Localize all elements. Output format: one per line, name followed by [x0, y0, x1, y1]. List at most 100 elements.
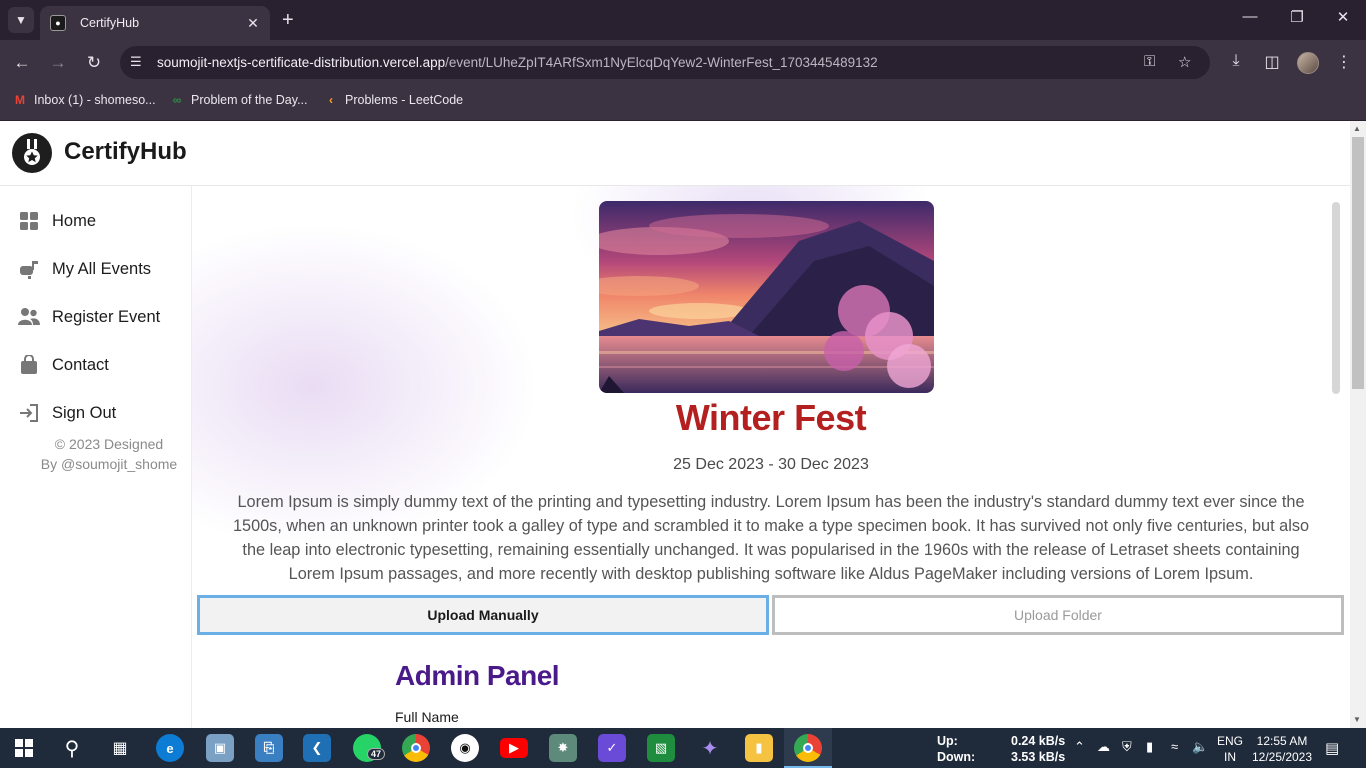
file-explorer-icon[interactable]: ▮ — [745, 734, 773, 762]
event-banner-image — [599, 201, 934, 393]
address-bar[interactable]: ☰ soumojit-nextjs-certificate-distributi… — [120, 46, 1210, 79]
upload-folder-tab[interactable]: Upload Folder — [772, 595, 1344, 635]
site-info-icon[interactable]: ☰ — [130, 54, 142, 70]
gmail-icon: M — [15, 93, 25, 107]
edge-icon[interactable]: e — [156, 734, 184, 762]
new-tab-button[interactable]: + — [282, 9, 294, 31]
bookmark-label: Problem of the Day... — [191, 93, 308, 107]
event-dates: 25 Dec 2023 - 30 Dec 2023 — [673, 456, 869, 473]
full-name-label: Full Name — [395, 709, 459, 725]
reload-icon[interactable]: ↻ — [83, 52, 105, 74]
net-speed-labels: Up: Down: — [937, 733, 975, 765]
app-header: CertifyHub — [0, 121, 1350, 186]
classroom-icon[interactable]: ▧ — [647, 734, 675, 762]
language-indicator[interactable]: ENG IN — [1216, 733, 1244, 765]
clock-date: 12/25/2023 — [1251, 750, 1313, 764]
admin-panel-title: Admin Panel — [395, 660, 560, 691]
browser-tab[interactable]: ● CertifyHub ✕ — [40, 6, 270, 40]
vscode-icon[interactable]: ❮ — [303, 734, 331, 762]
url-path: /event/LUheZpIT4ARfSxm1NyElcqDqYew2-Wint… — [445, 55, 878, 70]
nav-label: Sign Out — [52, 403, 117, 422]
event-main-content: Winter Fest 25 Dec 2023 - 30 Dec 2023 Lo… — [192, 186, 1350, 728]
bookmark-label: Inbox (1) - shomeso... — [34, 93, 156, 107]
sidebar-item-my-all-events[interactable]: My All Events — [18, 255, 151, 283]
browser-tab-bar: ▼ ● CertifyHub ✕ + — ❐ ✕ — [0, 0, 1366, 40]
restore-icon[interactable]: ❐ — [1285, 8, 1309, 26]
medal-logo-icon[interactable] — [12, 133, 52, 173]
upload-manually-tab[interactable]: Upload Manually — [197, 595, 769, 635]
minimize-icon[interactable]: — — [1238, 8, 1262, 25]
gfg-icon: ∞ — [172, 93, 182, 107]
task-app-icon[interactable]: ✓ — [598, 734, 626, 762]
footer-credit: © 2023 Designed By @soumojit_shome — [34, 434, 184, 474]
url-text[interactable]: soumojit-nextjs-certificate-distribution… — [157, 55, 878, 70]
security-shield-icon[interactable]: ⛨ — [1122, 739, 1132, 755]
nav-label: Contact — [52, 355, 109, 374]
github-icon[interactable]: ◉ — [451, 734, 479, 762]
bag-icon — [18, 354, 40, 376]
bookmark-leetcode[interactable]: ‹ Problems - LeetCode — [323, 93, 463, 107]
profile-avatar[interactable] — [1297, 52, 1319, 74]
web-page: CertifyHub Home My All Events Register E… — [0, 121, 1350, 728]
event-description: Lorem Ipsum is simply dummy text of the … — [232, 493, 1310, 583]
sidebar-item-sign-out[interactable]: Sign Out — [18, 399, 116, 427]
clock[interactable]: 12:55 AM 12/25/2023 — [1250, 733, 1314, 765]
task-view-icon[interactable]: ▦ — [106, 734, 134, 762]
tab-title: CertifyHub — [80, 16, 140, 30]
forward-arrow-icon[interactable]: → — [47, 52, 69, 74]
notifications-icon[interactable]: ▤ — [1325, 739, 1339, 757]
scroll-down-icon[interactable]: ▼ — [1353, 715, 1361, 724]
battery-icon[interactable]: ▮ — [1146, 739, 1153, 755]
window-close-icon[interactable]: ✕ — [1331, 8, 1355, 26]
youtube-icon[interactable]: ▶ — [500, 738, 528, 758]
net-speed-values: 0.24 kB/s 3.53 kB/s — [1011, 733, 1065, 765]
sidebar: Home My All Events Register Event Contac… — [0, 186, 192, 728]
leetcode-icon: ‹ — [329, 93, 333, 107]
volume-icon[interactable]: 🔈 — [1192, 739, 1208, 755]
tray-expand-icon[interactable]: ⌃ — [1074, 739, 1085, 755]
bookmarks-bar: M Inbox (1) - shomeso... ∞ Problem of th… — [0, 85, 1366, 121]
chrome-active-icon[interactable] — [794, 734, 822, 762]
wifi-icon[interactable]: ≈ — [1171, 739, 1178, 754]
bookmark-gfg[interactable]: ∞ Problem of the Day... — [169, 93, 308, 107]
sidebar-item-contact[interactable]: Contact — [18, 351, 109, 379]
gemini-icon[interactable]: ✦ — [696, 734, 724, 762]
laptop-icon[interactable]: ⎘ — [255, 734, 283, 762]
nav-label: My All Events — [52, 259, 152, 278]
certifyhub-favicon-icon: ● — [50, 15, 66, 31]
sidebar-item-home[interactable]: Home — [18, 207, 96, 235]
net-down-value: 3.53 kB/s — [1011, 750, 1066, 764]
scrollbar-thumb[interactable] — [1352, 137, 1364, 389]
scroll-up-icon[interactable]: ▲ — [1353, 124, 1361, 133]
whatsapp-badge: 47 — [367, 748, 386, 760]
back-arrow-icon[interactable]: ← — [11, 52, 33, 74]
search-icon[interactable]: ⚲ — [58, 734, 86, 762]
bookmark-label: Problems - LeetCode — [345, 93, 464, 107]
chatgpt-icon[interactable]: ✸ — [549, 734, 577, 762]
grid-icon — [18, 210, 40, 232]
windows-start-icon[interactable] — [10, 734, 38, 762]
whatsapp-icon[interactable]: 47 — [353, 734, 386, 762]
chrome-icon[interactable] — [402, 734, 430, 762]
sidebar-item-register-event[interactable]: Register Event — [18, 303, 160, 331]
photos-icon[interactable]: ▣ — [206, 734, 234, 762]
bookmark-star-icon[interactable]: ☆ — [1178, 53, 1191, 71]
net-up-value: 0.24 kB/s — [1011, 734, 1066, 748]
mailbox-icon — [18, 258, 40, 280]
page-scrollbar[interactable]: ▲ ▼ — [1350, 121, 1366, 728]
event-title: Winter Fest — [675, 397, 867, 438]
key-icon[interactable]: ⚿ — [1144, 53, 1155, 70]
download-icon[interactable]: ⤓ — [1225, 52, 1247, 70]
onedrive-icon[interactable]: ☁ — [1097, 739, 1110, 755]
menu-dots-icon[interactable]: ⋮ — [1333, 52, 1355, 72]
side-panel-icon[interactable]: ◫ — [1261, 52, 1283, 72]
tab-search-button[interactable]: ▼ — [8, 7, 34, 33]
footer-line-1: © 2023 Designed — [54, 436, 164, 452]
lang-line-2: IN — [1224, 750, 1236, 764]
footer-line-2[interactable]: By @soumojit_shome — [34, 454, 184, 474]
inner-scrollbar[interactable] — [1332, 202, 1340, 394]
close-tab-icon[interactable]: ✕ — [244, 15, 262, 32]
brand-name[interactable]: CertifyHub — [64, 138, 187, 166]
nav-label: Home — [52, 211, 97, 230]
bookmark-gmail[interactable]: M Inbox (1) - shomeso... — [12, 93, 156, 107]
